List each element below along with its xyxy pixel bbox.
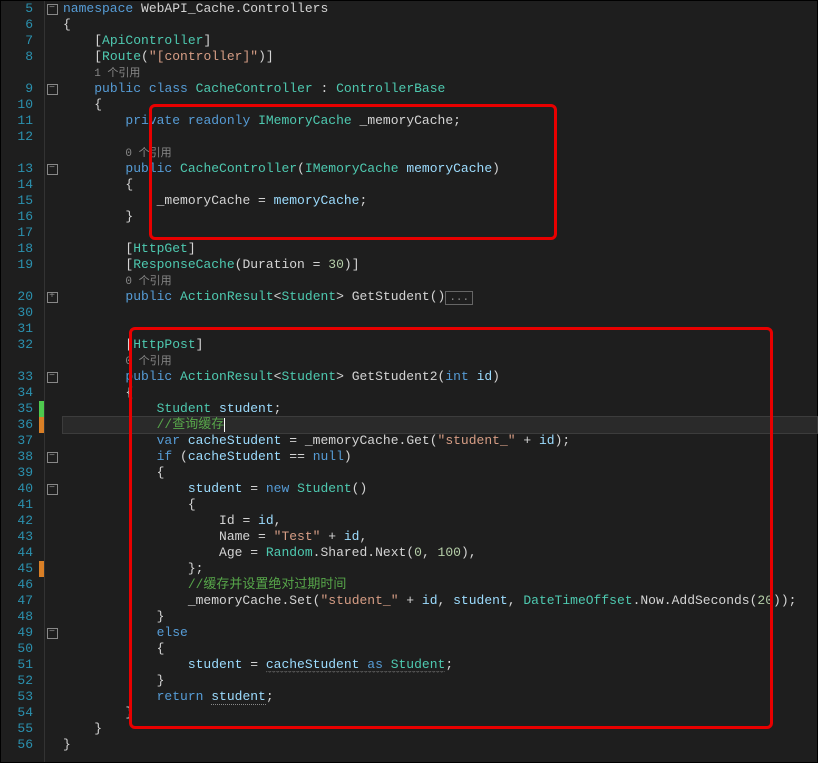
code-line[interactable]: _memoryCache = memoryCache; — [63, 193, 817, 209]
code-line[interactable]: } — [63, 209, 817, 225]
codelens[interactable]: 0 个引用 — [63, 273, 817, 289]
fold-toggle-icon[interactable] — [45, 1, 59, 17]
fold-toggle-icon[interactable] — [45, 481, 59, 497]
code-line[interactable]: { — [63, 97, 817, 113]
code-line[interactable]: _memoryCache.Set("student_" + id, studen… — [63, 593, 817, 609]
code-line[interactable]: Student student; — [63, 401, 817, 417]
code-line[interactable] — [63, 321, 817, 337]
code-line[interactable]: { — [63, 465, 817, 481]
code-line[interactable]: else — [63, 625, 817, 641]
code-line[interactable]: //缓存并设置绝对过期时间 — [63, 577, 817, 593]
code-line[interactable]: public class CacheController : Controlle… — [63, 81, 817, 97]
code-line[interactable] — [63, 305, 817, 321]
code-line[interactable]: Age = Random.Shared.Next(0, 100), — [63, 545, 817, 561]
code-line[interactable]: { — [63, 641, 817, 657]
code-line[interactable]: [HttpPost] — [63, 337, 817, 353]
code-line[interactable]: namespace WebAPI_Cache.Controllers — [63, 1, 817, 17]
code-line[interactable]: [Route("[controller]")] — [63, 49, 817, 65]
code-line[interactable]: Name = "Test" + id, — [63, 529, 817, 545]
code-line[interactable]: { — [63, 497, 817, 513]
code-line[interactable]: }; — [63, 561, 817, 577]
code-line[interactable]: student = new Student() — [63, 481, 817, 497]
code-line[interactable] — [63, 225, 817, 241]
codelens[interactable]: 0 个引用 — [63, 353, 817, 369]
code-line[interactable]: { — [63, 385, 817, 401]
code-line[interactable]: public ActionResult<Student> GetStudent(… — [63, 289, 817, 305]
codelens[interactable]: 0 个引用 — [63, 145, 817, 161]
code-line[interactable]: if (cacheStudent == null) — [63, 449, 817, 465]
text-cursor — [224, 418, 225, 432]
code-line[interactable]: } — [63, 673, 817, 689]
fold-toggle-icon[interactable] — [45, 161, 59, 177]
code-line[interactable]: [ResponseCache(Duration = 30)] — [63, 257, 817, 273]
code-line[interactable]: { — [63, 177, 817, 193]
fold-toggle-icon[interactable] — [45, 449, 59, 465]
code-line[interactable]: [HttpGet] — [63, 241, 817, 257]
collapsed-region-icon[interactable]: ... — [445, 291, 473, 305]
code-line[interactable]: student = cacheStudent as Student; — [63, 657, 817, 673]
code-line[interactable]: [ApiController] — [63, 33, 817, 49]
code-line[interactable]: } — [63, 609, 817, 625]
code-line[interactable]: public CacheController(IMemoryCache memo… — [63, 161, 817, 177]
code-line-active[interactable]: //查询缓存 — [63, 417, 817, 433]
code-line[interactable] — [63, 129, 817, 145]
fold-toggle-icon[interactable] — [45, 81, 59, 97]
code-area[interactable]: namespace WebAPI_Cache.Controllers { [Ap… — [59, 1, 817, 762]
code-line[interactable]: return student; — [63, 689, 817, 705]
line-number-gutter: 5 6 7 8 9 10 11 12 13 14 15 16 17 18 19 … — [1, 1, 39, 762]
code-line[interactable]: public ActionResult<Student> GetStudent2… — [63, 369, 817, 385]
code-line[interactable]: private readonly IMemoryCache _memoryCac… — [63, 113, 817, 129]
code-line[interactable]: } — [63, 705, 817, 721]
code-line[interactable]: Id = id, — [63, 513, 817, 529]
code-fold-column[interactable] — [44, 1, 59, 762]
code-editor[interactable]: 5 6 7 8 9 10 11 12 13 14 15 16 17 18 19 … — [1, 1, 817, 762]
code-line[interactable]: var cacheStudent = _memoryCache.Get("stu… — [63, 433, 817, 449]
code-line[interactable]: } — [63, 737, 817, 753]
fold-toggle-icon[interactable] — [45, 289, 59, 305]
fold-toggle-icon[interactable] — [45, 369, 59, 385]
fold-toggle-icon[interactable] — [45, 625, 59, 641]
code-line[interactable]: } — [63, 721, 817, 737]
code-line[interactable]: { — [63, 17, 817, 33]
codelens[interactable]: 1 个引用 — [63, 65, 817, 81]
